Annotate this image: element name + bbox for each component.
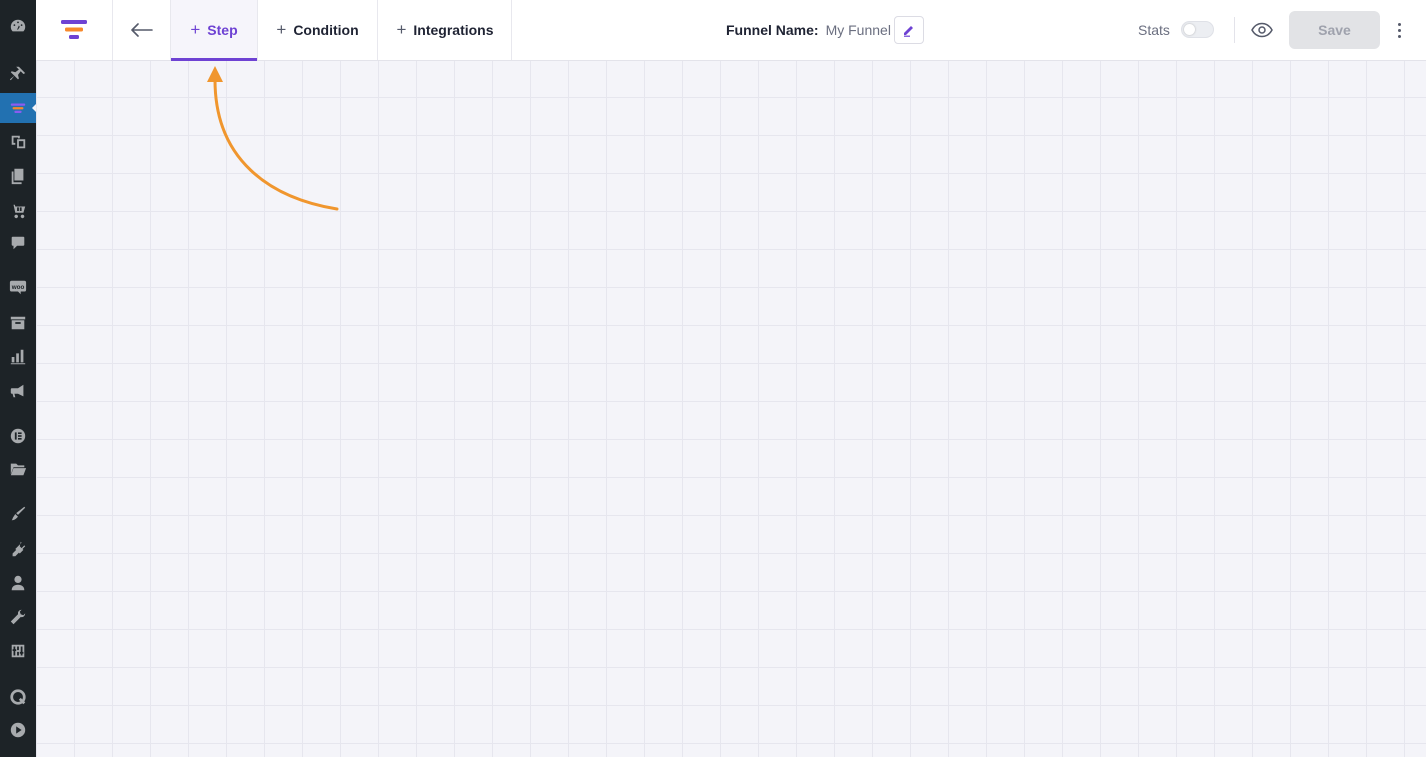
svg-text:woo: woo xyxy=(11,284,25,291)
toolbar-divider xyxy=(1234,17,1235,43)
stats-toggle[interactable] xyxy=(1181,21,1214,38)
plugins-icon[interactable] xyxy=(0,534,36,564)
toggle-knob xyxy=(1184,24,1195,35)
plus-icon: + xyxy=(276,20,287,39)
funnel-name-value[interactable]: My Funnel xyxy=(826,22,891,38)
q-icon[interactable] xyxy=(0,682,36,712)
tab-condition[interactable]: + Condition xyxy=(257,0,377,60)
tab-condition-label: Condition xyxy=(293,22,359,38)
back-button[interactable] xyxy=(113,0,170,60)
pencil-icon xyxy=(904,26,913,37)
funnel-name: Funnel Name: My Funnel xyxy=(726,0,891,60)
megaphone-icon[interactable] xyxy=(0,376,36,406)
more-options-icon[interactable] xyxy=(1389,16,1409,44)
funnel-logo-icon xyxy=(61,20,87,39)
funnel-builder-toolbar: + Step + Condition + Integrations Funnel… xyxy=(36,0,1426,61)
pages-icon[interactable] xyxy=(0,161,36,191)
pin-icon[interactable] xyxy=(0,59,36,89)
folder-icon[interactable] xyxy=(0,454,36,484)
stats-label: Stats xyxy=(1138,22,1170,38)
archive-icon[interactable] xyxy=(0,308,36,338)
tab-integrations[interactable]: + Integrations xyxy=(377,0,512,60)
tab-integrations-label: Integrations xyxy=(413,22,494,38)
users-icon[interactable] xyxy=(0,568,36,598)
save-button[interactable]: Save xyxy=(1289,11,1380,49)
tab-step[interactable]: + Step xyxy=(170,0,257,61)
annotation-arrow-icon xyxy=(207,66,339,211)
funnel-icon[interactable] xyxy=(0,93,36,123)
funnel-name-label: Funnel Name: xyxy=(726,22,819,38)
preview-button[interactable] xyxy=(1248,16,1276,44)
cart-icon[interactable] xyxy=(0,196,36,226)
brush-icon[interactable] xyxy=(0,499,36,529)
tools-icon[interactable] xyxy=(0,602,36,632)
wp-admin-sidebar: woo xyxy=(0,0,36,757)
eye-icon xyxy=(1251,22,1273,38)
arrow-left-icon xyxy=(130,23,153,37)
plus-icon: + xyxy=(396,20,407,39)
elementor-icon[interactable] xyxy=(0,421,36,451)
edit-funnel-name-button[interactable] xyxy=(894,16,924,44)
tab-step-label: Step xyxy=(207,22,238,38)
analytics-icon[interactable] xyxy=(0,342,36,372)
settings-icon[interactable] xyxy=(0,636,36,666)
tab-divider xyxy=(511,0,512,60)
woo-icon[interactable]: woo xyxy=(0,272,36,302)
media-icon[interactable] xyxy=(0,127,36,157)
comments-icon[interactable] xyxy=(0,228,36,258)
app-logo[interactable] xyxy=(36,0,113,60)
plus-icon: + xyxy=(190,20,201,39)
dashboard-icon[interactable] xyxy=(0,11,36,41)
play-icon[interactable] xyxy=(0,715,36,745)
